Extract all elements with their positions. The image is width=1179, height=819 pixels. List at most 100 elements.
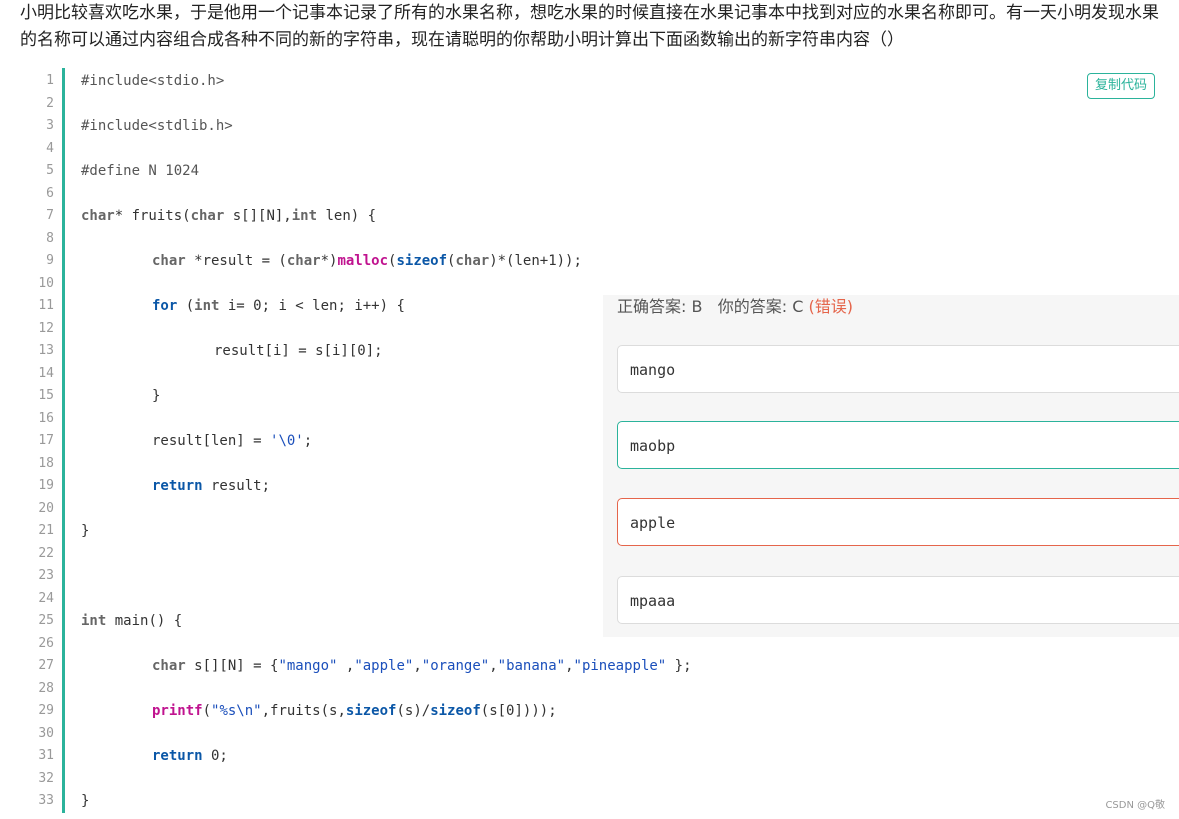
code-token: int: [194, 298, 220, 314]
code-token: main() {: [106, 613, 183, 629]
code-line-7: char* fruits(char s[][N],int len) {: [81, 205, 376, 228]
code-token: * fruits(: [114, 208, 191, 224]
code-token: *result = (: [185, 253, 287, 269]
code-token: "apple": [354, 658, 414, 674]
copy-code-button[interactable]: 复制代码: [1087, 73, 1155, 99]
code-line-3: #include<stdlib.h>: [81, 118, 233, 134]
watermark: CSDN @Q敬: [1105, 800, 1165, 811]
code-line-33: }: [81, 793, 90, 809]
code-token: i= 0; i < len; i++) {: [219, 298, 405, 314]
line-number: 14: [38, 365, 54, 381]
question-text: 小明比较喜欢吃水果，于是他用一个记事本记录了所有的水果名称，想吃水果的时候直接在…: [20, 3, 1159, 50]
line-number: 10: [38, 275, 54, 291]
your-answer-label: 你的答案: C: [717, 297, 804, 316]
code-line-15: }: [152, 388, 161, 404]
code-line-21: }: [81, 523, 90, 539]
code-token: '\0': [270, 433, 304, 449]
code-token: };: [666, 658, 692, 674]
line-number: 21: [38, 523, 54, 538]
line-number: 26: [38, 635, 54, 651]
line-number: 20: [38, 500, 54, 516]
code-token: (s[0])));: [480, 703, 557, 719]
code-token: ;: [303, 433, 313, 449]
code-token: s[][N],: [224, 208, 292, 224]
line-number: 8: [46, 230, 54, 246]
code-token: return: [152, 748, 203, 764]
code-token: ,: [413, 658, 422, 674]
code-line-9: char *result = (char*)malloc(sizeof(char…: [152, 250, 582, 273]
line-number: 9: [46, 253, 54, 268]
code-token: 0;: [202, 748, 228, 764]
line-number: 19: [38, 478, 54, 493]
code-token: sizeof: [396, 253, 448, 269]
code-token: sizeof: [430, 703, 481, 719]
line-number: 27: [38, 658, 54, 673]
line-number: 2: [46, 95, 54, 111]
line-number: 16: [38, 410, 54, 426]
code-token: char: [152, 253, 186, 269]
code-token: "orange": [421, 658, 490, 674]
code-token: int: [291, 208, 318, 224]
option-c[interactable]: apple: [617, 498, 1179, 546]
code-token: ,: [565, 658, 574, 674]
code-token: char: [190, 208, 225, 224]
wrong-indicator: (错误): [808, 297, 853, 316]
line-number: 28: [38, 680, 54, 696]
option-text: apple: [630, 514, 676, 532]
code-token: malloc: [337, 253, 389, 269]
code-token: "%s\n": [211, 703, 262, 719]
line-number-gutter: 1 2 3 4 5 6 7 8 9 10 11 12 13 14 15 16 1…: [0, 68, 62, 819]
option-a[interactable]: mango: [617, 345, 1179, 393]
line-number: 24: [38, 590, 54, 606]
code-token: ,: [337, 658, 355, 674]
code-token: len) {: [317, 208, 377, 224]
code-line-17: result[len] = '\0';: [152, 430, 312, 453]
code-line-11: for (int i= 0; i < len; i++) {: [152, 295, 405, 318]
line-number: 29: [38, 703, 54, 718]
line-number: 18: [38, 455, 54, 471]
line-number: 22: [38, 545, 54, 561]
line-number: 4: [46, 140, 54, 156]
code-token: result;: [202, 478, 271, 494]
option-text: mpaaa: [630, 592, 676, 610]
code-line-25: int main() {: [81, 610, 182, 633]
option-text: maobp: [630, 437, 676, 455]
line-number: 3: [46, 118, 54, 133]
code-token: printf: [152, 703, 203, 719]
code-token: char: [81, 208, 115, 224]
code-token: char: [455, 253, 490, 269]
line-number: 15: [38, 388, 54, 403]
line-number: 12: [38, 320, 54, 336]
line-number: 5: [46, 163, 54, 178]
code-line-1: #include<stdio.h>: [81, 73, 225, 89]
code-token: char: [286, 253, 321, 269]
option-d[interactable]: mpaaa: [617, 576, 1179, 624]
code-token: ,: [489, 658, 498, 674]
correct-answer-label: 正确答案: B: [617, 297, 703, 316]
code-accent-bar: [62, 68, 65, 813]
code-token: (: [202, 703, 212, 719]
line-number: 33: [38, 793, 54, 808]
option-text: mango: [630, 361, 676, 379]
code-token: (s)/: [396, 703, 431, 719]
line-number: 7: [46, 208, 54, 223]
line-number: 31: [38, 748, 54, 763]
answer-panel: 正确答案: B 你的答案: C (错误) mango maobp apple m…: [603, 295, 1179, 637]
option-b[interactable]: maobp: [617, 421, 1179, 469]
code-token: for: [152, 298, 178, 314]
line-number: 17: [38, 433, 54, 448]
line-number: 11: [38, 298, 54, 313]
line-number: 13: [38, 343, 54, 358]
code-line-31: return 0;: [152, 745, 228, 768]
code-token: "pineapple": [573, 658, 667, 674]
code-token: return: [152, 478, 203, 494]
code-line-13: result[i] = s[i][0];: [214, 343, 383, 359]
line-number: 1: [46, 73, 54, 88]
code-token: int: [81, 613, 107, 629]
line-number: 30: [38, 725, 54, 741]
code-line-29: printf("%s\n",fruits(s,sizeof(s)/sizeof(…: [152, 700, 557, 723]
code-token: s[][N] = {: [185, 658, 279, 674]
code-token: )*(len+1));: [489, 253, 582, 269]
code-line-27: char s[][N] = {"mango" ,"apple","orange"…: [152, 655, 692, 678]
code-line-19: return result;: [152, 475, 270, 498]
